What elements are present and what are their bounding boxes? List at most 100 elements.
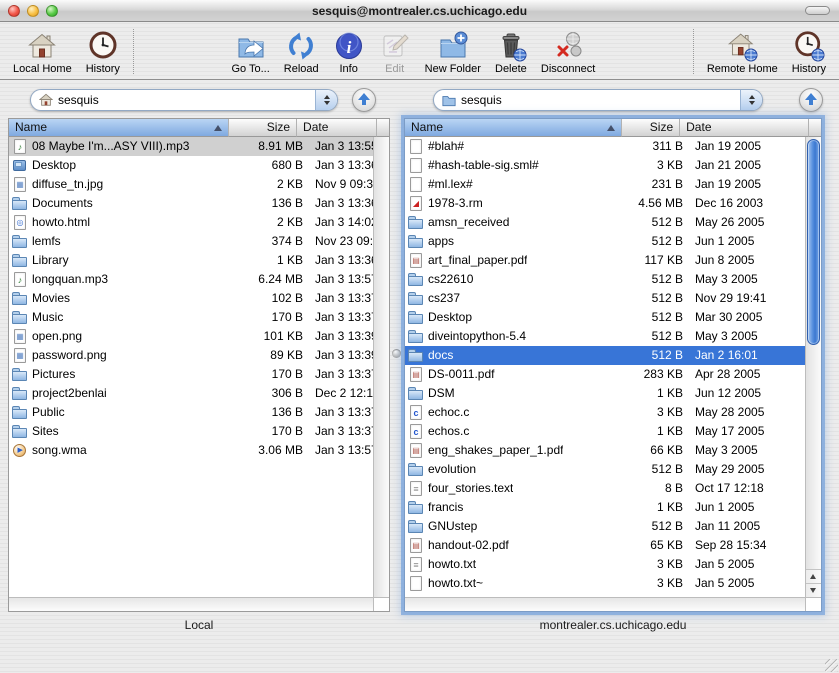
file-row[interactable]: #ml.lex#231 BJan 19 2005 [405, 175, 805, 194]
toolbar-edit-button[interactable]: Edit [372, 30, 418, 75]
toolbar-remote-history-button[interactable]: History [785, 30, 833, 75]
folder-icon [12, 195, 28, 212]
file-row[interactable]: apps512 BJun 1 2005 [405, 232, 805, 251]
toolbar-delete-button[interactable]: Delete [488, 30, 534, 75]
toolbar-info-button[interactable]: iInfo [326, 30, 372, 75]
local-horizontal-scrollbar[interactable] [9, 597, 373, 611]
file-row[interactable]: howto.txt3 KBJan 5 2005 [405, 555, 805, 574]
file-row[interactable]: Movies102 BJan 3 13:37 [9, 289, 373, 308]
file-name-cell: GNUstep [405, 517, 629, 536]
column-header-date[interactable]: Date [297, 119, 377, 137]
file-row[interactable]: diffuse_tn.jpg2 KBNov 9 09:34 [9, 175, 373, 194]
image-file-icon [12, 176, 28, 193]
file-row[interactable]: song.wma3.06 MBJan 3 13:57 [9, 441, 373, 460]
file-row[interactable]: #hash-table-sig.sml#3 KBJan 21 2005 [405, 156, 805, 175]
file-row[interactable]: project2benlai306 BDec 2 12:15 [9, 384, 373, 403]
file-row[interactable]: GNUstep512 BJan 11 2005 [405, 517, 805, 536]
toolbar-local-home-button[interactable]: Local Home [6, 30, 79, 75]
file-row[interactable]: Desktop512 BMar 30 2005 [405, 308, 805, 327]
file-row[interactable]: DSM1 KBJun 12 2005 [405, 384, 805, 403]
file-name: Sites [32, 422, 59, 441]
column-header-date[interactable]: Date [680, 119, 809, 137]
file-row[interactable]: echos.c1 KBMay 17 2005 [405, 422, 805, 441]
local-up-button[interactable] [352, 88, 376, 112]
column-header-size[interactable]: Size [229, 119, 297, 137]
c-file-icon [408, 423, 424, 440]
file-name-cell: Public [9, 403, 238, 422]
file-size: 3 KB [629, 574, 689, 593]
file-row[interactable]: Documents136 BJan 3 13:36 [9, 194, 373, 213]
file-row[interactable]: docs512 BJan 2 16:01 [405, 346, 805, 365]
file-row[interactable]: art_final_paper.pdf117 KBJun 8 2005 [405, 251, 805, 270]
resize-grip[interactable] [825, 659, 838, 672]
file-row[interactable]: cs22610512 BMay 3 2005 [405, 270, 805, 289]
file-row[interactable]: howto.txt~3 KBJan 5 2005 [405, 574, 805, 593]
toolbar-disconnect-button[interactable]: Disconnect [534, 30, 602, 75]
file-size: 66 KB [629, 441, 689, 460]
scroll-up-button[interactable] [806, 569, 821, 583]
folder-icon [408, 461, 424, 478]
file-name-cell: Desktop [405, 308, 629, 327]
file-row[interactable]: handout-02.pdf65 KBSep 28 15:34 [405, 536, 805, 555]
file-row[interactable]: evolution512 BMay 29 2005 [405, 460, 805, 479]
pane-splitter-handle[interactable] [392, 349, 401, 358]
file-row[interactable]: lemfs374 BNov 23 09:33 [9, 232, 373, 251]
file-row[interactable]: Desktop680 BJan 3 13:36 [9, 156, 373, 175]
file-row[interactable]: four_stories.text8 BOct 17 12:18 [405, 479, 805, 498]
file-row[interactable]: howto.html2 KBJan 3 14:02 [9, 213, 373, 232]
file-name: howto.txt~ [428, 574, 483, 593]
column-header-name[interactable]: Name [9, 119, 229, 137]
popup-arrows-icon [740, 90, 762, 110]
file-size: 117 KB [629, 251, 689, 270]
local-vertical-scrollbar[interactable] [373, 137, 389, 597]
file-name: password.png [32, 346, 107, 365]
file-row[interactable]: Library1 KBJan 3 13:36 [9, 251, 373, 270]
scrollbar-thumb[interactable] [807, 139, 820, 345]
toolbar-reload-button[interactable]: Reload [277, 30, 326, 75]
column-header-size[interactable]: Size [622, 119, 680, 137]
file-row[interactable]: longquan.mp36.24 MBJan 3 13:57 [9, 270, 373, 289]
local-path-popup[interactable]: sesquis [30, 89, 338, 111]
toolbar-toggle-button[interactable] [805, 6, 830, 15]
file-size: 170 B [238, 365, 309, 384]
file-row[interactable]: cs237512 BNov 29 19:41 [405, 289, 805, 308]
file-row[interactable]: #blah#311 BJan 19 2005 [405, 137, 805, 156]
file-row[interactable]: Sites170 BJan 3 13:37 [9, 422, 373, 441]
file-name-cell: DSM [405, 384, 629, 403]
file-row[interactable]: amsn_received512 BMay 26 2005 [405, 213, 805, 232]
file-row[interactable]: Pictures170 BJan 3 13:37 [9, 365, 373, 384]
file-row[interactable]: open.png101 KBJan 3 13:39 [9, 327, 373, 346]
remote-path-popup[interactable]: sesquis [433, 89, 763, 111]
image-file-icon [12, 328, 28, 345]
file-row[interactable]: Public136 BJan 3 13:37 [9, 403, 373, 422]
close-button[interactable] [8, 5, 20, 17]
file-size: 102 B [238, 289, 309, 308]
file-row[interactable]: eng_shakes_paper_1.pdf66 KBMay 3 2005 [405, 441, 805, 460]
file-row[interactable]: 1978-3.rm4.56 MBDec 16 2003 [405, 194, 805, 213]
column-header-name[interactable]: Name [405, 119, 622, 137]
remote-up-button[interactable] [799, 88, 823, 112]
file-name-cell: #ml.lex# [405, 175, 629, 194]
file-name: docs [428, 346, 453, 365]
remote-horizontal-scrollbar[interactable] [405, 597, 805, 611]
goto-icon [235, 30, 267, 62]
file-name: eng_shakes_paper_1.pdf [428, 441, 563, 460]
toolbar-new-folder-button[interactable]: New Folder [418, 30, 488, 75]
file-row[interactable]: francis1 KBJun 1 2005 [405, 498, 805, 517]
file-row[interactable]: 08 Maybe I'm...ASY VIII).mp38.91 MBJan 3… [9, 137, 373, 156]
file-row[interactable]: diveintopython-5.4512 BMay 3 2005 [405, 327, 805, 346]
minimize-button[interactable] [27, 5, 39, 17]
file-row[interactable]: Music170 BJan 3 13:37 [9, 308, 373, 327]
remote-vertical-scrollbar[interactable] [805, 137, 821, 597]
toolbar-goto-button[interactable]: Go To... [224, 30, 276, 75]
file-row[interactable]: password.png89 KBJan 3 13:39 [9, 346, 373, 365]
titlebar: sesquis@montrealer.cs.uchicago.edu [0, 0, 839, 22]
file-date: Apr 28 2005 [689, 365, 805, 384]
toolbar-remote-home-button[interactable]: Remote Home [700, 30, 785, 75]
scroll-down-button[interactable] [806, 583, 821, 597]
file-row[interactable]: echoc.c3 KBMay 28 2005 [405, 403, 805, 422]
toolbar-history-button[interactable]: History [79, 30, 127, 75]
folder-icon [12, 404, 28, 421]
file-row[interactable]: DS-0011.pdf283 KBApr 28 2005 [405, 365, 805, 384]
zoom-button[interactable] [46, 5, 58, 17]
